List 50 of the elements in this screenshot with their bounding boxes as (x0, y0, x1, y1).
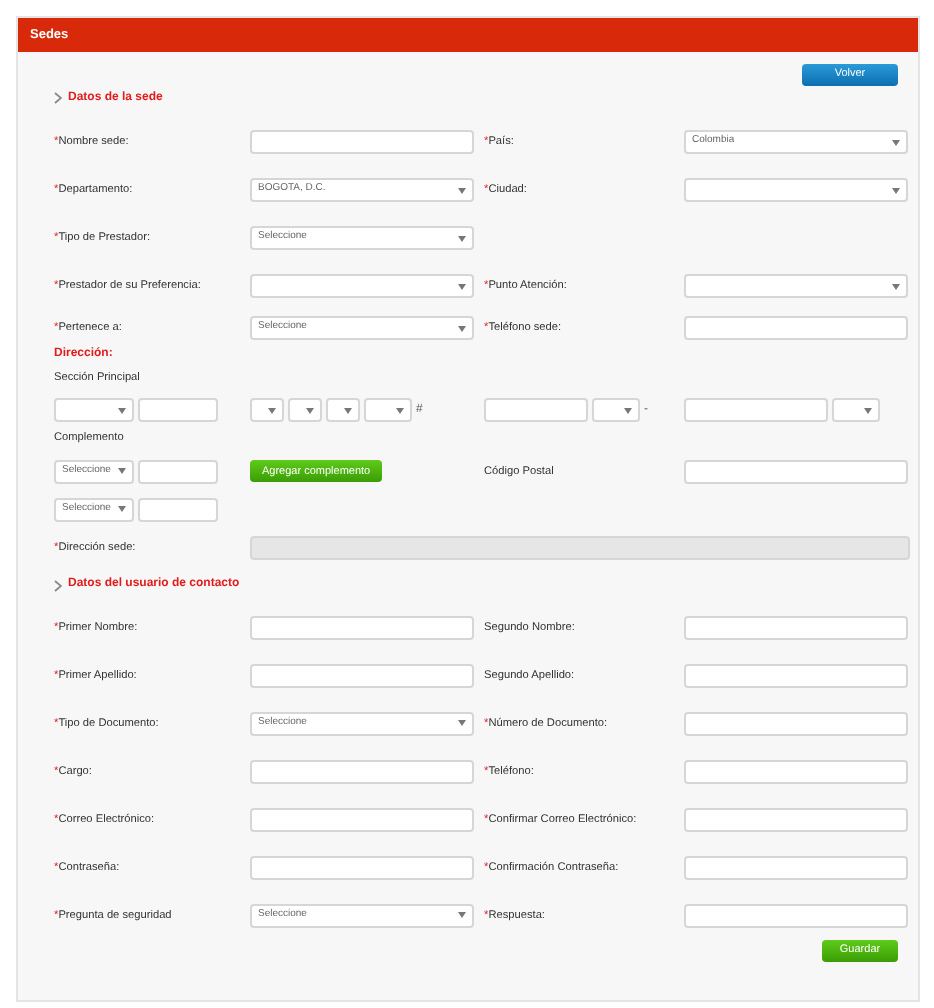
input-field[interactable] (684, 316, 908, 340)
caret-icon (396, 407, 404, 414)
select-field[interactable] (592, 398, 640, 423)
caret-icon (268, 407, 276, 414)
input-field[interactable] (484, 398, 588, 423)
input-field[interactable] (684, 398, 828, 423)
caret-icon (458, 912, 466, 919)
input-field[interactable] (138, 497, 218, 522)
input-field[interactable] (684, 759, 908, 784)
select-field[interactable] (364, 398, 412, 423)
input-field[interactable] (684, 807, 908, 832)
caret-icon (892, 139, 900, 145)
chevron-icon (54, 579, 62, 592)
input-field[interactable] (250, 807, 474, 832)
input-field[interactable] (684, 615, 908, 640)
input-field[interactable] (250, 130, 474, 154)
caret-icon (624, 407, 632, 414)
select-field[interactable] (250, 398, 284, 423)
select-field[interactable] (684, 274, 908, 298)
input-field[interactable] (684, 459, 908, 484)
input-field[interactable] (250, 615, 474, 640)
input-field[interactable] (138, 398, 218, 423)
input-field[interactable] (250, 663, 474, 688)
caret-icon (118, 468, 126, 475)
input-field[interactable] (684, 663, 908, 688)
select-field[interactable] (250, 274, 474, 298)
input-field[interactable] (684, 711, 908, 736)
caret-icon (458, 187, 466, 193)
chevron-icon (54, 92, 62, 104)
caret-icon (864, 407, 872, 414)
caret-icon (892, 283, 900, 289)
input-field[interactable] (684, 855, 908, 880)
caret-icon (344, 407, 352, 414)
select-field[interactable] (832, 398, 880, 423)
input-field[interactable] (250, 855, 474, 880)
input-field[interactable] (250, 759, 474, 784)
caret-icon (892, 187, 900, 193)
caret-icon (306, 407, 314, 414)
caret-icon (458, 720, 466, 727)
select-field[interactable] (684, 178, 908, 202)
caret-icon (118, 506, 126, 513)
select-field[interactable] (54, 398, 134, 423)
input-field[interactable] (138, 459, 218, 484)
select-field[interactable] (288, 398, 322, 423)
caret-icon (458, 325, 466, 331)
select-field[interactable] (326, 398, 360, 423)
caret-icon (458, 235, 466, 241)
input-field[interactable] (684, 903, 908, 928)
caret-icon (458, 283, 466, 289)
caret-icon (118, 407, 126, 414)
